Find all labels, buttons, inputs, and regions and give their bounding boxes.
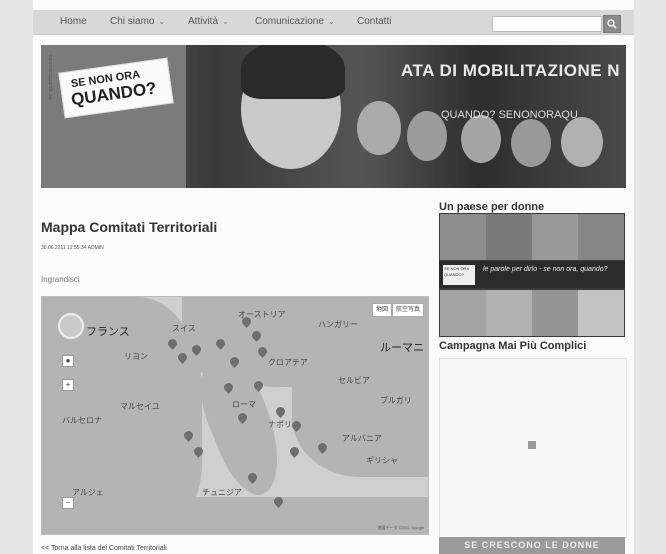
banner-photo-face — [461, 115, 501, 163]
map-attribution: 地図データ ©2011 Google — [377, 525, 424, 530]
portrait-tile — [440, 290, 486, 336]
map-zoom-out-button[interactable]: − — [62, 497, 74, 509]
pegman-icon[interactable]: ● — [62, 355, 74, 367]
map-label: リヨン — [124, 352, 148, 361]
women-mosaic-banner[interactable]: SE NON ORA QUANDO? le parole per dirlo -… — [439, 213, 625, 337]
portrait-tile — [578, 290, 624, 336]
page-title: Mappa Comitati Territoriali — [41, 219, 218, 235]
map-label: マルセイユ — [120, 402, 160, 411]
portrait-tile — [532, 290, 578, 336]
chevron-down-icon: ⌄ — [327, 17, 335, 26]
sidebar-section-title: Un paese per donne — [439, 201, 545, 213]
portrait-tile — [486, 290, 532, 336]
map-label: チュニジア — [202, 488, 242, 497]
map-label: ハンガリー — [318, 320, 358, 329]
back-link[interactable]: << Torna alla lista dei Comitati Territo… — [41, 545, 167, 552]
banner-photo-face — [357, 101, 401, 155]
search-input[interactable] — [492, 16, 602, 32]
portrait-tile — [440, 214, 486, 260]
nav-item-contatti[interactable]: Contatti — [357, 10, 391, 34]
map-label: バルセロナ — [62, 416, 102, 425]
search-button[interactable] — [603, 15, 621, 33]
mosaic-logo: SE NON ORA QUANDO? — [443, 265, 475, 285]
map-land-area — [42, 497, 428, 534]
map-marker[interactable] — [288, 445, 301, 458]
map-label: アルバニア — [342, 434, 382, 443]
portrait-tile — [486, 214, 532, 260]
map-type-map-button[interactable]: 地図 — [372, 303, 393, 317]
map-label: クロアチア — [268, 358, 308, 367]
banner-headline: ATA DI MOBILITAZIONE N — [401, 61, 621, 80]
banner-photo-face — [241, 45, 345, 99]
banner-logo-panel: senonoraquando.eu SE NON ORA QUANDO? — [41, 45, 186, 188]
map-zoom-in-button[interactable]: + — [62, 379, 74, 391]
banner-photo-face — [561, 117, 603, 167]
nav-item-comunicazione[interactable]: Comunicazione ⌄ — [255, 10, 335, 34]
portrait-tile — [578, 214, 624, 260]
map-marker[interactable] — [274, 405, 287, 418]
enlarge-link[interactable]: Ingrandisci — [41, 275, 80, 284]
sidebar-section-title: Campagna Mai Più Complici — [439, 340, 587, 352]
top-navigation: Home Chi siamo ⌄ Attività ⌄ Comunicazione ⌄… — [33, 10, 634, 35]
map-label: フランス — [86, 326, 130, 338]
post-date: 30.06.2011 12:55:34 ADMIN — [41, 245, 104, 251]
map-label: ルーマニ — [380, 342, 424, 354]
map-label: ナポリ — [268, 420, 292, 429]
map-pan-control[interactable] — [58, 313, 84, 339]
bottom-sidebar-banner[interactable]: SE CRESCONO LE DONNE — [439, 537, 625, 554]
chevron-down-icon: ⌄ — [158, 17, 166, 26]
page: Home Chi siamo ⌄ Attività ⌄ Comunicazione ⌄… — [33, 0, 634, 554]
chevron-down-icon: ⌄ — [222, 17, 229, 26]
map-label: ブルガリ — [380, 396, 412, 405]
banner-photo-face — [511, 119, 551, 167]
mosaic-caption-strip: SE NON ORA QUANDO? le parole per dirlo -… — [439, 261, 625, 288]
nav-item-chi-siamo[interactable]: Chi siamo ⌄ — [110, 10, 165, 34]
mosaic-caption: le parole per dirlo - se non ora, quando… — [483, 266, 608, 273]
map-label: セルビア — [338, 376, 370, 385]
search-icon — [607, 19, 617, 29]
banner-logo-sign[interactable]: SE NON ORA QUANDO? — [58, 57, 174, 119]
map-label: スイス — [172, 324, 196, 333]
banner-subline: QUANDO? SENONORAQU — [441, 109, 578, 121]
map-label: ローマ — [232, 400, 256, 409]
portrait-tile — [532, 214, 578, 260]
nav-item-attivita[interactable]: Attività ⌄ — [188, 10, 229, 34]
header-banner: senonoraquando.eu SE NON ORA QUANDO? ATA… — [41, 45, 626, 188]
plugin-icon — [528, 441, 536, 449]
map-label: アルジェ — [72, 488, 104, 497]
map-type-satellite-button[interactable]: 航空写真 — [392, 303, 425, 317]
map-label: ギリシャ — [366, 456, 398, 465]
nav-item-home[interactable]: Home — [60, 10, 87, 34]
banner-vertical-text: senonoraquando.eu — [47, 55, 53, 100]
video-embed[interactable] — [439, 358, 627, 538]
map-embed[interactable]: ● + − 地図 航空写真 フランス スイス オーストリア ハンガリー ルーマニ… — [41, 296, 429, 535]
